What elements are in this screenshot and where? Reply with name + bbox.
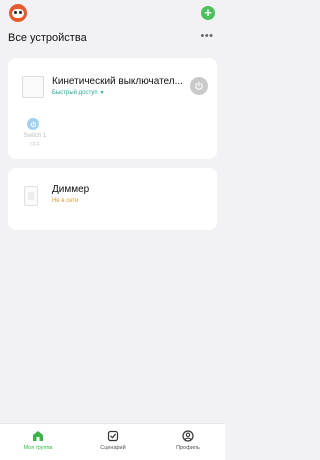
nav-label-profile: Профиль bbox=[176, 445, 200, 451]
avatar-eye-left bbox=[14, 11, 17, 14]
device-name: Диммер bbox=[52, 184, 90, 195]
device-card-dimmer[interactable]: Диммер Не в сети bbox=[8, 168, 217, 230]
check-square-icon bbox=[107, 430, 119, 442]
home-icon bbox=[33, 431, 43, 441]
nav-label-my-group: Моя группа bbox=[23, 445, 53, 451]
plus-icon[interactable]: + bbox=[201, 6, 215, 20]
switch-1-toggle[interactable] bbox=[27, 118, 39, 130]
power-icon[interactable] bbox=[190, 77, 208, 95]
bottom-nav: Моя группа Сценарий Профиль bbox=[0, 423, 225, 460]
switch-1-label: Switch 1 bbox=[23, 133, 47, 139]
more-dots-icon[interactable]: ••• bbox=[199, 30, 215, 44]
nav-label-scenes: Сценарий bbox=[100, 445, 126, 451]
caret-down-icon: ▼ bbox=[99, 90, 105, 96]
quick-access-link[interactable]: Быстрый доступ ▼ bbox=[52, 90, 105, 96]
nav-item-my-group[interactable]: Моя группа bbox=[8, 430, 68, 451]
quick-access-label: Быстрый доступ bbox=[52, 90, 98, 96]
nav-item-scenes[interactable]: Сценарий bbox=[83, 430, 143, 451]
robot-avatar-icon[interactable] bbox=[9, 4, 27, 22]
power-glyph bbox=[195, 81, 203, 90]
dimmer-knob bbox=[28, 192, 34, 200]
page-title: Все устройства bbox=[8, 32, 87, 44]
switch-device-icon bbox=[22, 76, 44, 98]
dimmer-device-icon bbox=[24, 186, 38, 206]
switch-1-state: OFF bbox=[30, 142, 40, 148]
offline-status: Не в сети bbox=[52, 198, 79, 204]
top-bar: + bbox=[0, 0, 225, 30]
avatar-eye-right bbox=[19, 11, 22, 14]
device-name: Кинетический выключател... bbox=[52, 76, 183, 87]
device-card-kinetic-switch[interactable]: Кинетический выключател... Быстрый досту… bbox=[8, 58, 217, 159]
user-circle-icon bbox=[182, 430, 194, 442]
app-screen: + Все устройства ••• Кинетический выключ… bbox=[0, 0, 225, 460]
nav-item-profile[interactable]: Профиль bbox=[158, 430, 218, 451]
switch-power-icon bbox=[30, 120, 36, 127]
